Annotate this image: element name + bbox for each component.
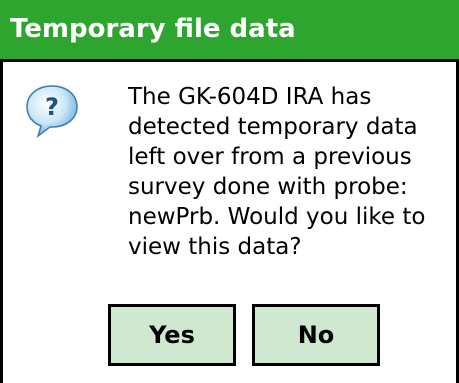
svg-text:?: ? bbox=[45, 93, 59, 121]
question-bubble-icon: ? bbox=[26, 85, 78, 138]
no-button[interactable]: No bbox=[252, 304, 380, 366]
title-bar: Temporary file data bbox=[0, 0, 459, 62]
dialog-title: Temporary file data bbox=[10, 14, 296, 44]
yes-button[interactable]: Yes bbox=[108, 304, 236, 366]
message-dialog: Temporary file data ? The GK-604D IRA ha… bbox=[0, 0, 459, 383]
dialog-message: The GK-604D IRA has detected temporary d… bbox=[128, 84, 426, 260]
